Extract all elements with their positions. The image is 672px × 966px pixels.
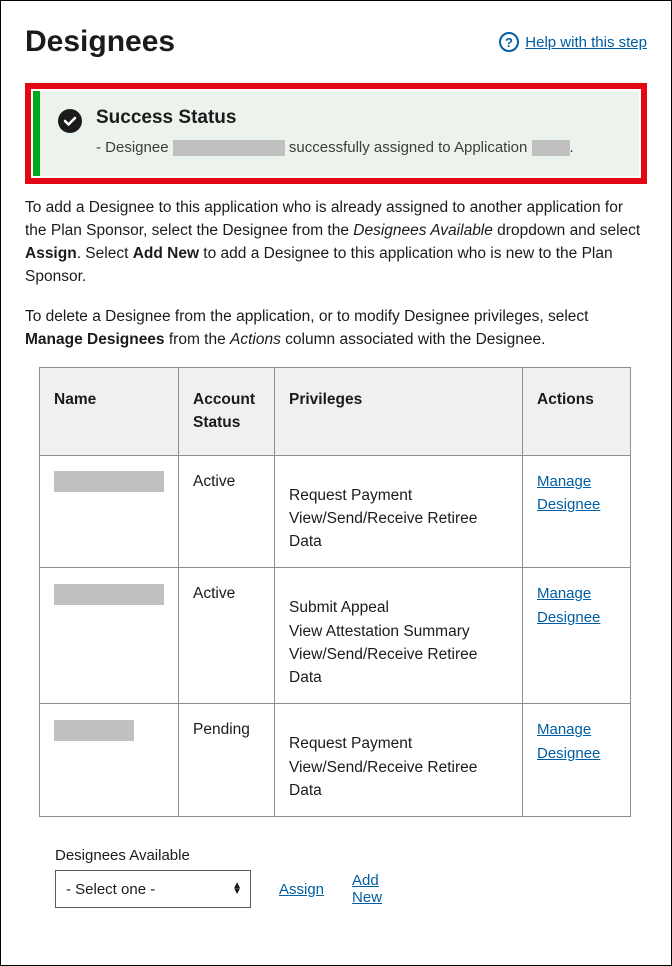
success-highlight: Success Status - Designee successfully a…	[25, 83, 647, 184]
instruction-paragraph-1: To add a Designee to this application wh…	[25, 196, 647, 289]
cell-name	[40, 568, 179, 704]
designees-available-label: Designees Available	[55, 847, 647, 864]
designees-table: Name Account Status Privileges Actions A…	[39, 367, 631, 817]
col-name: Name	[40, 368, 179, 456]
cell-status: Pending	[179, 704, 275, 817]
select-value: - Select one -	[66, 881, 155, 898]
col-privileges: Privileges	[275, 368, 523, 456]
cell-privileges: Submit Appeal View Attestation Summary V…	[275, 568, 523, 704]
manage-designee-link[interactable]: Manage Designee	[537, 585, 600, 626]
page-title: Designees	[25, 25, 175, 59]
cell-name	[40, 455, 179, 568]
table-row: Active Request Payment View/Send/Receive…	[40, 455, 631, 568]
cell-privileges: Request Payment View/Send/Receive Retire…	[275, 455, 523, 568]
cell-actions: Manage Designee	[523, 568, 631, 704]
manage-designee-link[interactable]: Manage Designee	[537, 721, 600, 762]
table-header-row: Name Account Status Privileges Actions	[40, 368, 631, 456]
redacted-application-id	[532, 140, 570, 156]
cell-name	[40, 704, 179, 817]
table-row: Active Submit Appeal View Attestation Su…	[40, 568, 631, 704]
cell-privileges: Request Payment View/Send/Receive Retire…	[275, 704, 523, 817]
col-actions: Actions	[523, 368, 631, 456]
alert-body: Success Status - Designee successfully a…	[96, 107, 574, 160]
table-row: Pending Request Payment View/Send/Receiv…	[40, 704, 631, 817]
instruction-paragraph-2: To delete a Designee from the applicatio…	[25, 305, 647, 352]
cell-status: Active	[179, 568, 275, 704]
page-container: Designees ? Help with this step Success …	[0, 0, 672, 966]
redacted-designee-name	[173, 140, 285, 156]
check-circle-icon	[58, 109, 82, 133]
footer-row: - Select one - ▲▼ Assign Add New	[55, 870, 647, 908]
cell-actions: Manage Designee	[523, 704, 631, 817]
designees-available-select[interactable]: - Select one - ▲▼	[55, 870, 251, 908]
alert-title: Success Status	[96, 107, 574, 129]
add-new-link[interactable]: Add New	[352, 872, 384, 907]
redacted-name	[54, 720, 134, 741]
header-row: Designees ? Help with this step	[25, 25, 647, 59]
alert-message: - Designee successfully assigned to Appl…	[96, 137, 574, 160]
svg-text:?: ?	[505, 35, 513, 50]
chevron-sort-icon: ▲▼	[232, 883, 242, 895]
redacted-name	[54, 584, 164, 605]
success-alert: Success Status - Designee successfully a…	[33, 91, 639, 176]
cell-actions: Manage Designee	[523, 455, 631, 568]
help-link-label: Help with this step	[525, 34, 647, 51]
instructions: To add a Designee to this application wh…	[25, 196, 647, 352]
col-status: Account Status	[179, 368, 275, 456]
assign-section: Designees Available - Select one - ▲▼ As…	[55, 847, 647, 908]
assign-link[interactable]: Assign	[279, 881, 324, 898]
cell-status: Active	[179, 455, 275, 568]
manage-designee-link[interactable]: Manage Designee	[537, 473, 600, 514]
help-icon: ?	[499, 32, 519, 52]
help-link[interactable]: ? Help with this step	[499, 32, 647, 52]
redacted-name	[54, 471, 164, 492]
